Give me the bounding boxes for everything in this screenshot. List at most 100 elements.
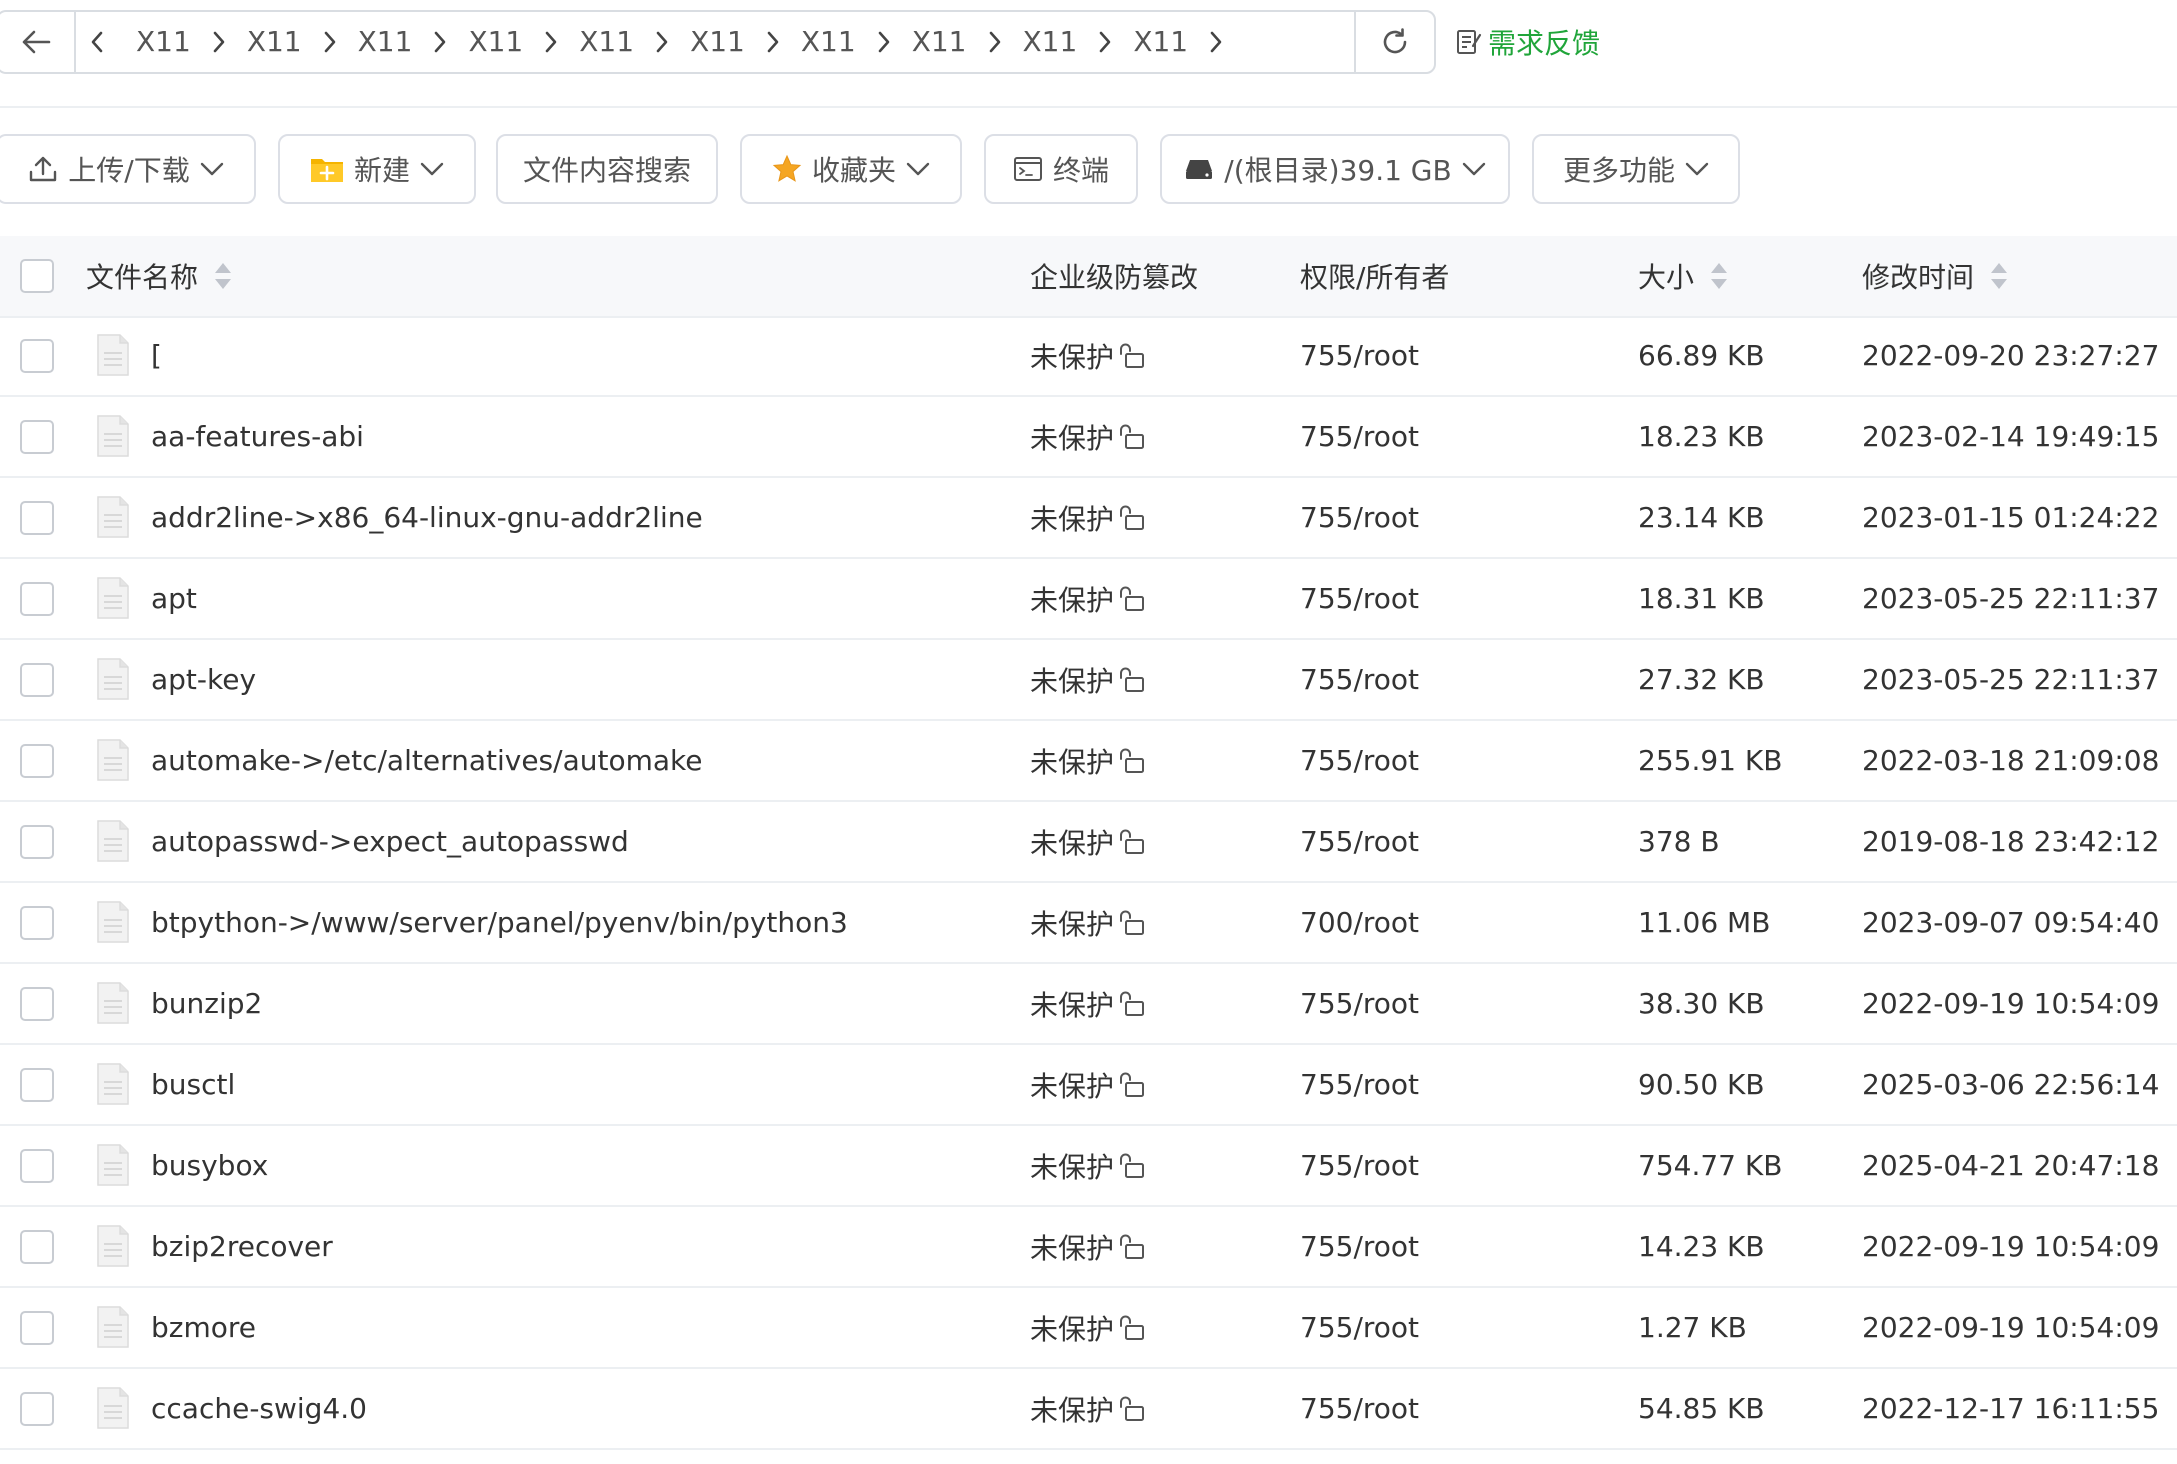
breadcrumb-item[interactable]: X11 bbox=[561, 12, 652, 72]
row-checkbox[interactable] bbox=[20, 825, 54, 859]
file-name[interactable]: apt bbox=[151, 559, 197, 638]
breadcrumb-separator[interactable] bbox=[874, 12, 894, 72]
favorites-button[interactable]: 收藏夹 bbox=[740, 134, 962, 204]
table-row[interactable]: autopasswd->expect_autopasswd 未保护 755/ro… bbox=[0, 802, 2177, 883]
protect-status[interactable]: 未保护 bbox=[1030, 397, 1146, 476]
file-name[interactable]: busctl bbox=[151, 1045, 235, 1124]
table-row[interactable]: busybox 未保护 755/root 754.77 KB 2025-04-2… bbox=[0, 1126, 2177, 1207]
disk-select-button[interactable]: /(根目录)39.1 GB bbox=[1160, 134, 1510, 204]
file-name[interactable]: [ bbox=[151, 316, 162, 395]
table-row[interactable]: btpython->/www/server/panel/pyenv/bin/py… bbox=[0, 883, 2177, 964]
protect-status[interactable]: 未保护 bbox=[1030, 883, 1146, 962]
file-name[interactable]: autopasswd->expect_autopasswd bbox=[151, 802, 629, 881]
breadcrumb-item[interactable]: X11 bbox=[1005, 12, 1096, 72]
select-all-checkbox[interactable] bbox=[20, 259, 54, 293]
breadcrumb-item[interactable]: X11 bbox=[783, 12, 874, 72]
protect-status[interactable]: 未保护 bbox=[1030, 1288, 1146, 1367]
file-name[interactable]: bunzip2 bbox=[151, 964, 262, 1043]
row-checkbox[interactable] bbox=[20, 420, 54, 454]
protect-status[interactable]: 未保护 bbox=[1030, 721, 1146, 800]
breadcrumb-separator[interactable] bbox=[985, 12, 1005, 72]
table-row[interactable]: aa-features-abi 未保护 755/root 18.23 KB 20… bbox=[0, 397, 2177, 478]
breadcrumb-item[interactable]: X11 bbox=[894, 12, 985, 72]
table-row[interactable]: [ 未保护 755/root 66.89 KB 2022-09-20 23:27… bbox=[0, 316, 2177, 397]
file-name[interactable]: ccache-swig4.0 bbox=[151, 1369, 367, 1448]
row-checkbox[interactable] bbox=[20, 501, 54, 535]
breadcrumb-separator[interactable] bbox=[1206, 12, 1226, 72]
breadcrumb-item[interactable]: X11 bbox=[450, 12, 541, 72]
file-name[interactable]: automake->/etc/alternatives/automake bbox=[151, 721, 702, 800]
breadcrumb-item[interactable]: X11 bbox=[1115, 12, 1206, 72]
back-button[interactable] bbox=[0, 12, 76, 72]
row-checkbox[interactable] bbox=[20, 987, 54, 1021]
permission-owner[interactable]: 755/root bbox=[1300, 1126, 1419, 1205]
protect-status[interactable]: 未保护 bbox=[1030, 1126, 1146, 1205]
table-row[interactable]: apt-key 未保护 755/root 27.32 KB 2023-05-25… bbox=[0, 640, 2177, 721]
row-checkbox[interactable] bbox=[20, 339, 54, 373]
file-name[interactable]: apt-key bbox=[151, 640, 256, 719]
table-row[interactable]: addr2line->x86_64-linux-gnu-addr2line 未保… bbox=[0, 478, 2177, 559]
protect-status[interactable]: 未保护 bbox=[1030, 559, 1146, 638]
protect-status[interactable]: 未保护 bbox=[1030, 964, 1146, 1043]
row-checkbox[interactable] bbox=[20, 582, 54, 616]
breadcrumb-prev-button[interactable] bbox=[76, 12, 118, 72]
table-row[interactable]: bzip2recover 未保护 755/root 14.23 KB 2022-… bbox=[0, 1207, 2177, 1288]
breadcrumb-separator[interactable] bbox=[1095, 12, 1115, 72]
permission-owner[interactable]: 755/root bbox=[1300, 316, 1419, 395]
file-name[interactable]: bzmore bbox=[151, 1288, 256, 1367]
column-header-mtime[interactable]: 修改时间 bbox=[1862, 236, 2010, 316]
protect-status[interactable]: 未保护 bbox=[1030, 1369, 1146, 1448]
file-name[interactable]: aa-features-abi bbox=[151, 397, 364, 476]
table-row[interactable]: ccache-swig4.0 未保护 755/root 54.85 KB 202… bbox=[0, 1369, 2177, 1450]
permission-owner[interactable]: 755/root bbox=[1300, 478, 1419, 557]
row-checkbox[interactable] bbox=[20, 1230, 54, 1264]
file-name[interactable]: bzip2recover bbox=[151, 1207, 333, 1286]
row-checkbox[interactable] bbox=[20, 906, 54, 940]
protect-status[interactable]: 未保护 bbox=[1030, 640, 1146, 719]
permission-owner[interactable]: 755/root bbox=[1300, 397, 1419, 476]
sort-icon[interactable] bbox=[212, 260, 234, 292]
permission-owner[interactable]: 755/root bbox=[1300, 721, 1419, 800]
more-features-button[interactable]: 更多功能 bbox=[1532, 134, 1740, 204]
breadcrumb-item[interactable]: X11 bbox=[340, 12, 431, 72]
column-header-name[interactable]: 文件名称 bbox=[86, 236, 234, 316]
breadcrumb-separator[interactable] bbox=[652, 12, 672, 72]
permission-owner[interactable]: 755/root bbox=[1300, 1288, 1419, 1367]
sort-icon[interactable] bbox=[1708, 260, 1730, 292]
table-row[interactable]: busctl 未保护 755/root 90.50 KB 2025-03-06 … bbox=[0, 1045, 2177, 1126]
permission-owner[interactable]: 755/root bbox=[1300, 1207, 1419, 1286]
breadcrumb-separator[interactable] bbox=[430, 12, 450, 72]
feedback-link[interactable]: 需求反馈 bbox=[1456, 22, 1600, 62]
protect-status[interactable]: 未保护 bbox=[1030, 802, 1146, 881]
breadcrumb-separator[interactable] bbox=[320, 12, 340, 72]
permission-owner[interactable]: 755/root bbox=[1300, 1045, 1419, 1124]
breadcrumb-item[interactable]: X11 bbox=[672, 12, 763, 72]
row-checkbox[interactable] bbox=[20, 1149, 54, 1183]
row-checkbox[interactable] bbox=[20, 1311, 54, 1345]
protect-status[interactable]: 未保护 bbox=[1030, 1045, 1146, 1124]
breadcrumb-item[interactable]: X11 bbox=[118, 12, 209, 72]
permission-owner[interactable]: 755/root bbox=[1300, 640, 1419, 719]
refresh-button[interactable] bbox=[1354, 12, 1434, 72]
file-name[interactable]: addr2line->x86_64-linux-gnu-addr2line bbox=[151, 478, 703, 557]
table-row[interactable]: bzmore 未保护 755/root 1.27 KB 2022-09-19 1… bbox=[0, 1288, 2177, 1369]
breadcrumb-separator[interactable] bbox=[209, 12, 229, 72]
permission-owner[interactable]: 755/root bbox=[1300, 559, 1419, 638]
table-row[interactable]: bunzip2 未保护 755/root 38.30 KB 2022-09-19… bbox=[0, 964, 2177, 1045]
table-row[interactable]: apt 未保护 755/root 18.31 KB 2023-05-25 22:… bbox=[0, 559, 2177, 640]
file-name[interactable]: btpython->/www/server/panel/pyenv/bin/py… bbox=[151, 883, 848, 962]
breadcrumb-separator[interactable] bbox=[763, 12, 783, 72]
row-checkbox[interactable] bbox=[20, 1392, 54, 1426]
permission-owner[interactable]: 700/root bbox=[1300, 883, 1419, 962]
protect-status[interactable]: 未保护 bbox=[1030, 316, 1146, 395]
file-content-search-button[interactable]: 文件内容搜索 bbox=[496, 134, 718, 204]
permission-owner[interactable]: 755/root bbox=[1300, 964, 1419, 1043]
breadcrumb-separator[interactable] bbox=[541, 12, 561, 72]
column-header-size[interactable]: 大小 bbox=[1638, 236, 1730, 316]
file-name[interactable]: busybox bbox=[151, 1126, 268, 1205]
protect-status[interactable]: 未保护 bbox=[1030, 1207, 1146, 1286]
terminal-button[interactable]: 终端 bbox=[984, 134, 1138, 204]
permission-owner[interactable]: 755/root bbox=[1300, 1369, 1419, 1448]
sort-icon[interactable] bbox=[1988, 260, 2010, 292]
row-checkbox[interactable] bbox=[20, 663, 54, 697]
